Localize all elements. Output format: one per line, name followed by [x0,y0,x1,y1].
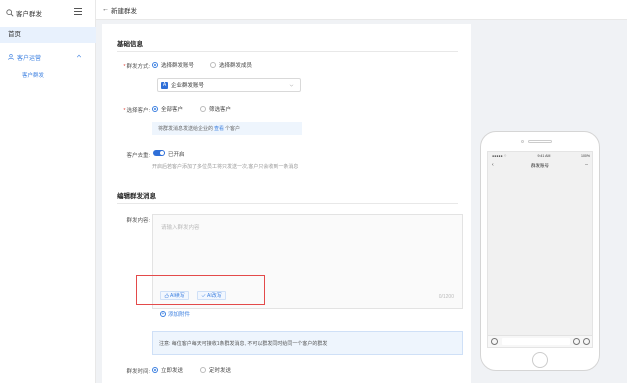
menu-collapse-icon[interactable] [74,8,82,15]
target-customers-label: *选择客户: [123,108,150,114]
page-header: ← 新建群发 [96,0,627,20]
dedupe-hint: 开启后若客户添加了多位员工将只发送一次,客户只会收到一条消息 [152,164,299,170]
voice-icon [491,338,498,345]
char-counter: 0/1200 [438,294,454,300]
dedupe-toggle[interactable] [153,150,165,156]
content-label: 群发内容: [126,218,150,224]
radio-send-by-account[interactable]: 选择群发账号 [152,61,194,69]
dedupe-label: 客户去重: [126,153,150,159]
sidebar-search-text: 客户群发 [16,11,42,18]
section-title-basic: 基础信息 [117,41,143,48]
page-title: 新建群发 [111,7,137,15]
back-arrow-icon[interactable]: ← [102,6,109,13]
phone-nav-bar: ‹ 群发账号 ··· [488,161,592,171]
divider [117,203,458,204]
add-attachment-link[interactable]: + 添加附件 [160,310,190,318]
phone-home-button [532,352,548,368]
form-panel: 基础信息 *群发方式: 选择群发账号 选择群发成员 A 企业群发账号 *选择客户… [102,24,471,383]
sidebar: 客户群发 首页 客户运营 客户群发 [0,0,96,383]
view-customers-link[interactable]: 查看 [214,125,224,132]
radio-send-scheduled[interactable]: 定时发送 [200,366,231,374]
radio-filter-customers[interactable]: 筛选客户 [200,105,231,113]
phone-screen: ●●●●● ⌔ 9:41 AM 100% ‹ 群发账号 ··· [487,151,593,348]
sidebar-group-customer-ops[interactable]: 客户运营 [0,50,96,64]
customer-count-info: 将群发消息发送给企业的 查看 个客户 [152,122,302,135]
phone-camera [521,140,524,143]
phone-status-bar: ●●●●● ⌔ 9:41 AM 100% [492,154,590,158]
radio-all-customers[interactable]: 全部客户 [152,105,183,113]
chevron-down-icon [289,84,294,87]
phone-speaker [528,140,552,143]
account-icon: A [161,81,168,89]
sidebar-group-label: 客户运营 [17,55,42,62]
phone-nav-title: 群发账号 [531,163,549,168]
notice-box: 注意: 每位客户每天可接收1条群发消息, 不可以群发同时给同一个客户的群发 [152,331,463,355]
highlight-box [136,275,265,305]
account-select-value: 企业群发账号 [171,83,205,89]
sidebar-item-customer-broadcast[interactable]: 客户群发 [22,71,44,79]
phone-more-icon: ··· [584,162,589,168]
content-placeholder: 请输入群发内容 [161,225,200,231]
phone-input-field [502,338,570,345]
chevron-up-icon [76,54,82,58]
sidebar-item-home[interactable]: 首页 [0,27,96,43]
plus-icon: + [160,311,166,317]
section-title-message: 编辑群发消息 [117,193,156,200]
dedupe-toggle-text: 已开启 [168,152,185,158]
phone-preview: ●●●●● ⌔ 9:41 AM 100% ‹ 群发账号 ··· [480,131,600,371]
emoji-icon [573,338,580,345]
send-mode-label: *群发方式: [123,64,150,70]
user-icon [8,54,14,60]
phone-input-bar [488,335,592,347]
plus-circle-icon [583,338,590,345]
radio-send-by-member[interactable]: 选择群发成员 [210,61,252,69]
radio-send-now[interactable]: 立即发送 [152,366,183,374]
divider [117,51,458,52]
search-icon [6,9,14,17]
send-time-label: 群发时间: [126,369,150,375]
account-select[interactable]: A 企业群发账号 [157,78,301,92]
